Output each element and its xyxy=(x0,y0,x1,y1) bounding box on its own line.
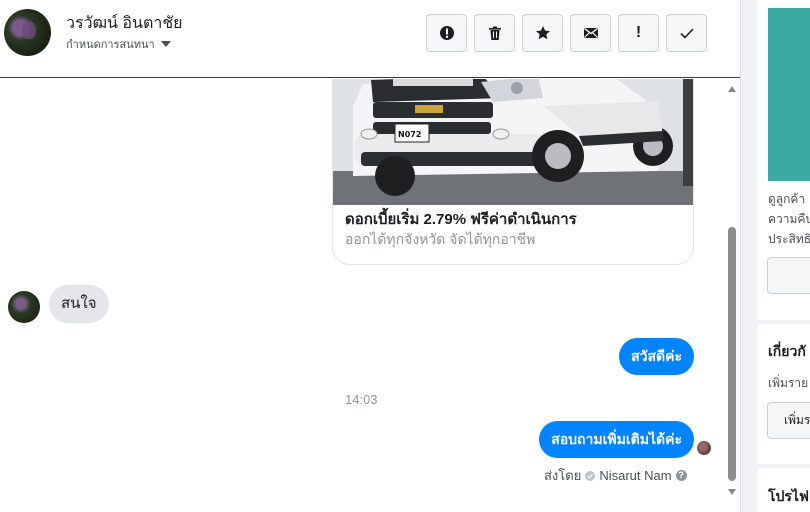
trash-icon xyxy=(488,26,501,40)
help-icon[interactable]: ? xyxy=(675,470,687,481)
panel-banner-image xyxy=(768,8,810,181)
sender-name[interactable]: Nisarut Nam xyxy=(599,468,671,483)
thread-scrollbar[interactable] xyxy=(724,79,740,512)
contact-details-panel: ดูลูกค้า ความคืบ ประสิทธิ เกี่ยวกั เพิ่ม… xyxy=(740,0,810,512)
checkmark-icon xyxy=(679,28,694,39)
sender-avatar[interactable] xyxy=(8,291,40,323)
conversation-header: วรวัฒน์ อินตาชัย กำหนดการสนทนา ! xyxy=(0,0,740,78)
conversation-status-label: กำหนดการสนทนา xyxy=(66,39,155,51)
ad-car-image: N072 xyxy=(333,79,693,205)
alert-circle-icon xyxy=(439,26,454,40)
verified-check-icon xyxy=(585,470,596,481)
read-receipt-avatar xyxy=(697,441,711,455)
star-icon xyxy=(535,26,550,40)
conversation-status-dropdown[interactable]: กำหนดการสนทนา xyxy=(66,35,171,53)
add-info-button[interactable]: เพิ่มร xyxy=(767,402,810,439)
about-section-title: เกี่ยวกั xyxy=(768,343,806,359)
panel-description-line: ประสิทธิ xyxy=(768,232,810,246)
ad-preview-card[interactable]: N072 ดอกเบี้ยเริ่ม 2.79% ฟรีค่าดำเนินการ… xyxy=(332,79,694,265)
scrollbar-thumb[interactable] xyxy=(728,227,736,481)
follow-up-button[interactable]: ! xyxy=(618,14,659,52)
mail-icon xyxy=(583,27,598,38)
contact-name[interactable]: วรวัฒน์ อินตาชัย xyxy=(66,11,183,36)
panel-description-line: ความคืบ xyxy=(768,212,810,226)
scroll-up-arrow-icon[interactable] xyxy=(728,86,736,92)
pickup-truck-image: N072 xyxy=(333,79,693,205)
conversation-toolbar: ! xyxy=(426,14,707,52)
panel-description-line: ดูลูกค้า xyxy=(768,192,806,206)
scroll-down-arrow-icon[interactable] xyxy=(728,489,736,495)
sent-by-label: ส่งโดย xyxy=(544,468,582,483)
panel-action-button[interactable] xyxy=(767,257,810,294)
mark-done-button[interactable] xyxy=(666,14,707,52)
mark-spam-button[interactable] xyxy=(426,14,467,52)
outgoing-message: สวัสดีค่ะ xyxy=(619,338,694,375)
ad-title: ดอกเบี้ยเริ่ม 2.79% ฟรีค่าดำเนินการ xyxy=(345,211,577,228)
sent-by-info: ส่งโดย Nisarut Nam ? xyxy=(544,465,687,486)
inbox-window: วรวัฒน์ อินตาชัย กำหนดการสนทนา ! N072 ดอ… xyxy=(0,0,810,512)
contact-avatar[interactable] xyxy=(4,9,51,56)
about-section-text: เพิ่มราย xyxy=(768,376,809,390)
star-button[interactable] xyxy=(522,14,563,52)
exclamation-icon: ! xyxy=(635,24,642,41)
mark-unread-button[interactable] xyxy=(570,14,611,52)
message-timestamp: 14:03 xyxy=(345,392,378,407)
message-thread: N072 ดอกเบี้ยเริ่ม 2.79% ฟรีค่าดำเนินการ… xyxy=(0,79,724,512)
ad-subtitle: ออกได้ทุกจังหวัด จัดได้ทุกอาชีพ xyxy=(345,231,536,247)
license-plate-text: N072 xyxy=(398,130,421,139)
profile-section-title: โปรไฟ xyxy=(768,488,809,504)
incoming-message: สนใจ xyxy=(49,285,109,323)
outgoing-message: สอบถามเพิ่มเติมได้ค่ะ xyxy=(539,421,694,458)
delete-button[interactable] xyxy=(474,14,515,52)
chevron-down-icon xyxy=(160,41,171,47)
